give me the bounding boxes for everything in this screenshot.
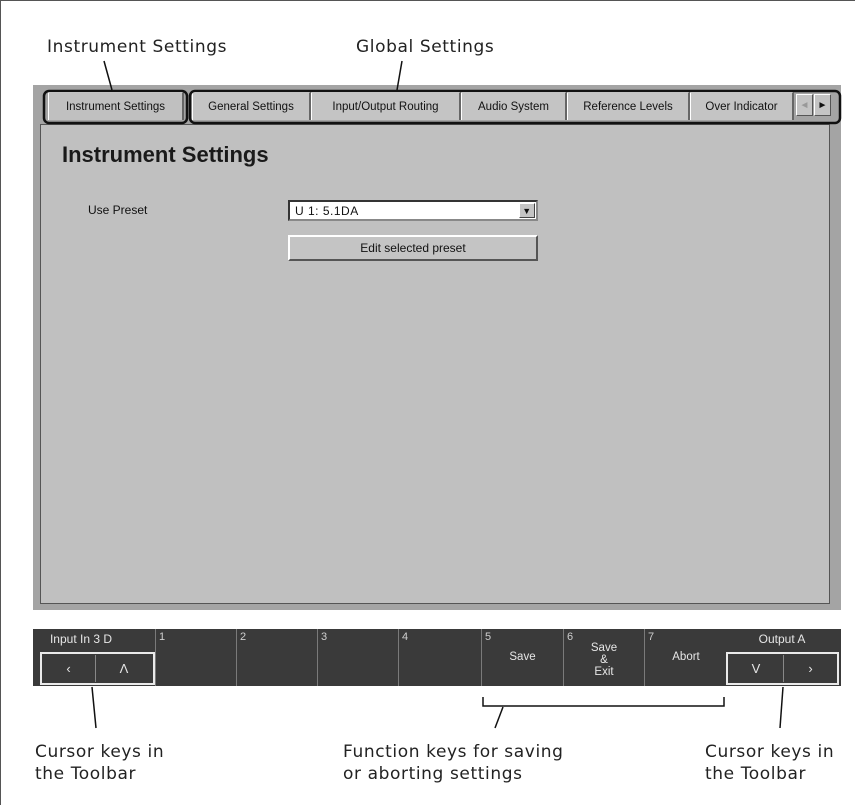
save-and-exit-button[interactable]: 6 Save & Exit	[563, 629, 644, 686]
toolbar-output-title: Output A	[758, 632, 806, 646]
callout-line-function-keys	[494, 706, 504, 729]
tab-over-indicator[interactable]: Over Indicator	[690, 92, 794, 120]
function-key-number: 7	[648, 631, 655, 643]
callout-line: Function keys for saving	[343, 742, 564, 762]
callout-line: Cursor keys in	[705, 742, 835, 762]
callout-instrument-settings: Instrument Settings	[47, 37, 228, 57]
callout-line-right-cursor	[779, 686, 784, 729]
callout-line: the Toolbar	[705, 764, 807, 784]
figure-border-top	[0, 0, 855, 1]
function-key-3[interactable]: 3	[317, 629, 398, 686]
function-key-number: 4	[402, 631, 409, 643]
page-title: Instrument Settings	[62, 142, 269, 167]
callout-line-left-cursor	[91, 686, 97, 729]
tab-input-output-routing[interactable]: Input/Output Routing	[311, 92, 461, 120]
save-button-label: Save	[509, 651, 536, 663]
callout-function-keys: Function keys for saving or aborting set…	[343, 741, 603, 785]
callout-line: the Toolbar	[35, 764, 137, 784]
tab-instrument-settings[interactable]: Instrument Settings	[48, 92, 184, 120]
figure-border-left	[0, 0, 1, 805]
settings-panel	[40, 124, 830, 604]
toolbar-input-title: Input In 3 D	[49, 632, 113, 646]
tab-reference-levels[interactable]: Reference Levels	[567, 92, 690, 120]
use-preset-label: Use Preset	[88, 203, 148, 217]
function-key-4[interactable]: 4	[398, 629, 481, 686]
function-key-1[interactable]: 1	[155, 629, 236, 686]
tab-scroll-right-icon[interactable]: ►	[814, 94, 831, 116]
function-key-number: 3	[321, 631, 328, 643]
tab-general-settings[interactable]: General Settings	[192, 92, 311, 120]
left-cursor-keys-highlight	[40, 652, 155, 685]
right-cursor-keys-highlight	[726, 652, 839, 685]
function-key-number: 5	[485, 631, 492, 643]
abort-button-label: Abort	[672, 651, 700, 663]
callout-cursor-keys-left: Cursor keys in the Toolbar	[35, 741, 235, 785]
edit-preset-button[interactable]: Edit selected preset	[288, 235, 538, 261]
callout-line: Cursor keys in	[35, 742, 165, 762]
tab-scroll-left-icon[interactable]: ◄	[796, 94, 813, 116]
function-keys-bracket	[482, 697, 725, 707]
callout-cursor-keys-right: Cursor keys in the Toolbar	[705, 741, 850, 785]
save-button[interactable]: 5 Save	[481, 629, 563, 686]
callout-global-settings: Global Settings	[356, 37, 495, 57]
preset-select[interactable]: U 1: 5.1DA ▼	[288, 200, 538, 221]
dropdown-arrow-icon[interactable]: ▼	[519, 203, 535, 218]
abort-button[interactable]: 7 Abort	[644, 629, 727, 686]
function-key-number: 1	[159, 631, 166, 643]
function-key-number: 2	[240, 631, 247, 643]
save-and-exit-label: Save & Exit	[590, 642, 618, 678]
function-key-2[interactable]: 2	[236, 629, 317, 686]
preset-select-value: U 1: 5.1DA	[295, 203, 359, 218]
callout-line: or aborting settings	[343, 764, 523, 784]
tab-audio-system[interactable]: Audio System	[461, 92, 567, 120]
